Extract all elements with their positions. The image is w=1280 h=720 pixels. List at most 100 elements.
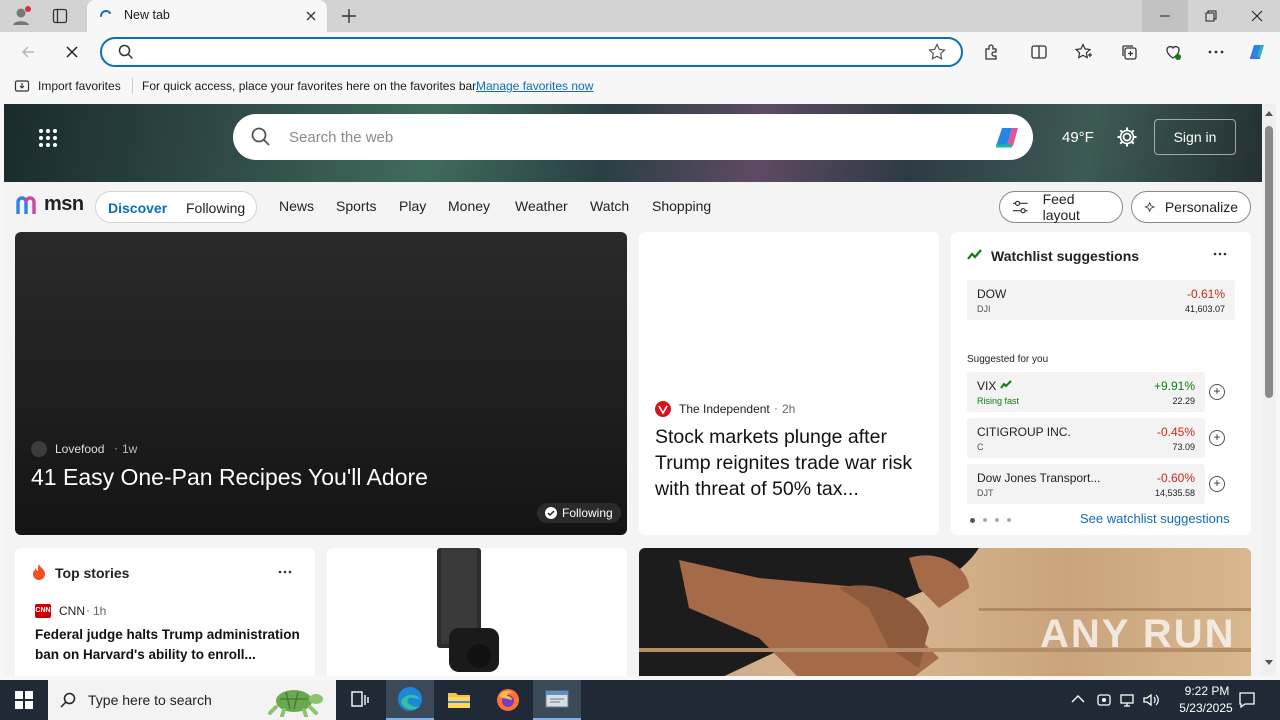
rising-icon <box>1000 380 1012 390</box>
new-tab-icon[interactable] <box>340 7 358 25</box>
favorites-icon[interactable] <box>1072 40 1096 64</box>
profile-icon[interactable] <box>10 5 32 27</box>
personalize-button[interactable]: Personalize <box>1131 191 1251 223</box>
scroll-up-arrow-icon[interactable] <box>1265 110 1273 116</box>
stop-loading-icon[interactable] <box>60 40 84 64</box>
stock-symbol: Rising fast <box>977 396 1020 406</box>
msn-logo[interactable]: msn <box>16 193 84 216</box>
import-favorites-icon <box>14 78 30 94</box>
start-button[interactable] <box>0 680 48 720</box>
restore-button[interactable] <box>1188 0 1234 32</box>
carousel-dot[interactable] <box>1007 518 1011 522</box>
copilot-icon[interactable] <box>1245 40 1269 64</box>
story-headline[interactable]: Federal judge halts Trump administration… <box>35 625 303 665</box>
stock-price: 14,535.58 <box>1154 488 1195 498</box>
scrollbar-thumb[interactable] <box>1265 126 1273 398</box>
show-hidden-icons-chevron-icon[interactable] <box>1071 694 1085 704</box>
second-story-card[interactable]: The Independent · 2h Stock markets plung… <box>639 232 939 535</box>
top-stories-more-icon[interactable] <box>278 570 292 574</box>
nav-news[interactable]: News <box>279 198 314 214</box>
see-watchlist-link[interactable]: See watchlist suggestions <box>1080 511 1230 526</box>
stock-change: -0.61% <box>1186 287 1225 301</box>
watchlist-row-djt[interactable]: Dow Jones Transport... DJT -0.60% 14,535… <box>967 464 1205 504</box>
add-to-watchlist-button[interactable]: + <box>1209 430 1225 446</box>
more-options-icon[interactable] <box>1204 40 1228 64</box>
extensions-icon[interactable] <box>979 40 1003 64</box>
watchlist-row-vix[interactable]: VIX Rising fast +9.91% 22.29 <box>967 372 1205 412</box>
personalize-label: Personalize <box>1164 199 1238 215</box>
taskbar-file-explorer[interactable] <box>435 680 483 720</box>
story-title[interactable]: 41 Easy One-Pan Recipes You'll Adore <box>31 464 428 491</box>
nav-sports[interactable]: Sports <box>336 198 376 214</box>
taskbar-edge-app[interactable] <box>386 680 434 720</box>
volume-icon[interactable] <box>1142 692 1160 708</box>
sparkle-icon <box>1144 201 1156 213</box>
folder-icon <box>448 693 470 708</box>
task-view-button[interactable] <box>336 680 384 720</box>
nav-play[interactable]: Play <box>399 198 426 214</box>
taskbar-firefox[interactable] <box>484 680 532 720</box>
tab-discover[interactable]: Discover <box>108 200 167 216</box>
watchlist-row-dow[interactable]: DOW DJI -0.61% 41,603.07 <box>967 280 1235 320</box>
story-title[interactable]: Stock markets plunge after Trump reignit… <box>655 424 925 502</box>
clock-date[interactable]: 5/23/2025 <box>1166 701 1246 715</box>
favorite-star-icon[interactable] <box>928 43 946 61</box>
notification-icon[interactable] <box>1238 691 1256 709</box>
nav-shopping[interactable]: Shopping <box>652 198 711 214</box>
back-arrow-icon[interactable] <box>16 40 40 64</box>
import-favorites-button[interactable]: Import favorites <box>38 79 121 93</box>
stock-price: 41,603.07 <box>1184 304 1225 314</box>
carousel-dot[interactable] <box>995 518 999 522</box>
feed-layout-button[interactable]: Feed layout <box>999 191 1123 223</box>
nav-watch[interactable]: Watch <box>590 198 629 214</box>
tab-following[interactable]: Following <box>186 200 245 216</box>
discover-following-pill: Discover Following <box>95 191 257 223</box>
address-bar[interactable] <box>100 37 963 67</box>
carousel-dots[interactable] <box>970 518 1011 523</box>
sliders-icon <box>1012 200 1028 214</box>
close-window-button[interactable] <box>1234 0 1280 32</box>
following-badge[interactable]: Following <box>537 503 621 523</box>
msn-page: Search the web 49°F Sign in msn Discover… <box>4 104 1262 676</box>
split-screen-icon[interactable] <box>1027 40 1051 64</box>
add-to-watchlist-button[interactable]: + <box>1209 384 1225 400</box>
browser-toolbar <box>0 32 1280 72</box>
clock-time[interactable]: 9:22 PM <box>1172 684 1242 698</box>
tab-new-tab[interactable] <box>87 0 327 32</box>
settings-gear-icon[interactable] <box>1116 126 1138 148</box>
copilot-search-icon[interactable] <box>993 124 1023 150</box>
taskbar-search-box[interactable]: Type here to search <box>48 680 336 720</box>
web-search-box[interactable]: Search the web <box>233 114 1033 160</box>
page-scrollbar[interactable] <box>1262 104 1276 676</box>
temperature[interactable]: 49°F <box>1062 129 1094 146</box>
watchlist-more-icon[interactable] <box>1213 252 1227 256</box>
carousel-dot[interactable] <box>983 518 987 522</box>
web-search-input[interactable]: Search the web <box>289 129 393 146</box>
minimize-button[interactable] <box>1142 0 1188 32</box>
manage-favorites-link[interactable]: Manage favorites now <box>476 79 593 93</box>
close-tab-icon[interactable] <box>304 9 318 23</box>
apps-grid-icon[interactable] <box>38 128 58 148</box>
add-to-watchlist-button[interactable]: + <box>1209 476 1225 492</box>
windows-taskbar: Type here to search 9:22 PM 5/23/2025 <box>0 680 1280 720</box>
nav-money[interactable]: Money <box>448 198 490 214</box>
browser-essentials-icon[interactable] <box>1161 40 1185 64</box>
taskbar-app[interactable] <box>533 680 581 720</box>
nav-weather[interactable]: Weather <box>515 198 568 214</box>
stock-symbol: DJI <box>977 304 991 314</box>
tab-actions-icon[interactable] <box>52 8 68 24</box>
turtle-icon <box>262 683 328 717</box>
sign-in-button[interactable]: Sign in <box>1154 119 1236 155</box>
taskbar-search-input[interactable]: Type here to search <box>88 692 212 708</box>
watchlist-row-citigroup[interactable]: CITIGROUP INC. C -0.45% 73.09 <box>967 418 1205 458</box>
collections-icon[interactable] <box>1117 40 1141 64</box>
scroll-down-arrow-icon[interactable] <box>1265 660 1273 666</box>
meet-now-icon[interactable] <box>1096 692 1112 708</box>
carousel-dot[interactable] <box>970 518 975 523</box>
loading-icon <box>98 8 114 24</box>
network-icon[interactable] <box>1119 692 1135 708</box>
hero-story-card[interactable]: Lovefood 1w · 41 Easy One-Pan Recipes Yo… <box>15 232 627 535</box>
msn-nav-bar: msn Discover Following News Sports Play … <box>4 182 1262 232</box>
security-camera-image <box>433 548 503 676</box>
product-image-card[interactable] <box>327 548 627 676</box>
